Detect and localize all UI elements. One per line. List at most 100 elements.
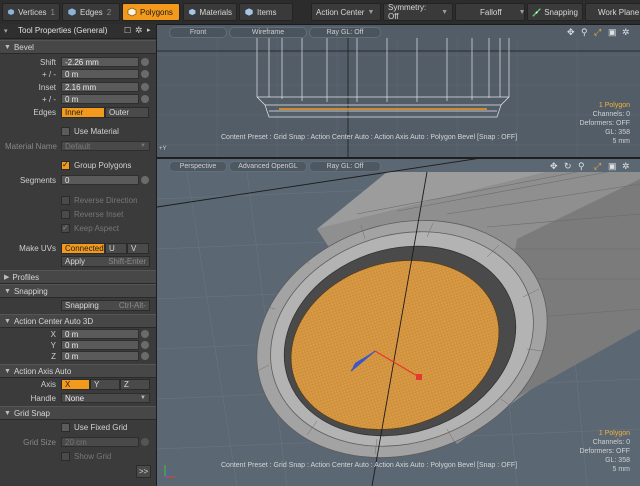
use-material-checkbox[interactable] [61,127,70,136]
keep-aspect-checkbox[interactable]: ✓ [61,223,70,233]
perspective-3d-canvas[interactable] [157,159,640,486]
front-grid-scale: 5 mm [612,138,631,145]
inset-variance-field[interactable]: 0 m [61,94,139,104]
section-bevel[interactable]: ▼ Bevel [0,40,156,54]
inset-field[interactable]: 2.16 mm [61,82,139,92]
viewport-front[interactable]: +Y Front Wireframe Ray GL: Off ✥ ⚲ ⤢ ▣ ✲… [157,25,640,157]
handle-dropdown[interactable]: None ▼ [61,393,150,403]
section-action-center[interactable]: ▼ Action Center Auto 3D [0,314,156,328]
gear-icon[interactable]: ✲ [135,25,143,36]
snap-magnet-icon [532,7,541,17]
fit-view-icon[interactable]: ⤢ [594,161,601,172]
perspective-status-line: Content Preset : Grid Snap : Action Cent… [221,462,518,469]
segments-field[interactable]: 0 [61,175,139,185]
falloff-dropdown[interactable]: Falloff ▼ [455,3,526,21]
shift-lock-icon[interactable] [141,58,149,66]
section-snapping[interactable]: ▼ Snapping [0,284,156,298]
tab-polygons[interactable]: Polygons [122,3,180,21]
grid-size-lock-icon[interactable] [141,438,149,446]
ac-x-lock-icon[interactable] [141,330,149,338]
rotate-view-icon[interactable]: ↻ [564,161,572,172]
material-name-label: Material Name [4,142,57,151]
section-grid-snap[interactable]: ▼ Grid Snap [0,406,156,420]
zoom-view-icon[interactable]: ⚲ [578,161,585,172]
viewport-gear-icon[interactable]: ✲ [622,27,630,38]
tab-vertices[interactable]: Vertices 1 [2,3,60,21]
ray-gl-toggle-top[interactable]: Ray GL: Off [309,27,381,38]
make-uvs-connected-toggle[interactable]: Connected [61,243,105,254]
section-profiles[interactable]: ▶ Profiles [0,270,156,284]
reverse-inset-checkbox[interactable] [61,210,70,219]
group-polygons-checkbox[interactable]: ✓ [61,160,70,170]
use-fixed-grid-checkbox[interactable] [61,423,70,432]
reverse-direction-checkbox[interactable] [61,196,70,205]
edges-inner-toggle[interactable]: Inner [61,107,105,118]
shift-variance-lock-icon[interactable] [141,70,149,78]
material-name-field[interactable]: Default ▼ [61,141,150,151]
shift-variance-label: + / - [41,70,56,79]
maximize-view-icon[interactable]: ▣ [608,27,617,38]
shift-variance-field[interactable]: 0 m [61,69,139,79]
keep-aspect-label: Keep Aspect [74,224,119,233]
make-uvs-u-toggle[interactable]: U [105,243,127,254]
show-grid-checkbox[interactable] [61,452,70,461]
section-action-axis[interactable]: ▼ Action Axis Auto [0,364,156,378]
ac-y-lock-icon[interactable] [141,341,149,349]
viewport-gear-icon[interactable]: ✲ [622,161,630,172]
front-view-tab[interactable]: Front [169,27,227,38]
falloff-label: Falloff [480,7,502,17]
grid-size-field[interactable]: 20 cm [61,437,139,447]
ray-gl-toggle-bottom[interactable]: Ray GL: Off [309,161,381,172]
edges-outer-toggle[interactable]: Outer [105,107,149,118]
more-options-button[interactable]: >> [136,465,151,478]
use-fixed-grid-label: Use Fixed Grid [74,423,128,432]
ac-z-field[interactable]: 0 m [61,351,139,361]
axis-y-toggle[interactable]: Y [90,379,120,390]
axis-z-toggle[interactable]: Z [120,379,150,390]
handle-label: Handle [30,394,56,403]
perspective-channels: Channels: 0 [592,439,630,446]
apply-button[interactable]: Apply Shift-Enter [61,256,150,267]
panel-menu-arrow-icon[interactable]: ▸ [147,26,151,34]
chevron-down-icon: ▼ [140,143,146,149]
symmetry-dropdown[interactable]: Symmetry: Off ▼ [383,3,453,21]
viewport-perspective[interactable]: Perspective Advanced OpenGL Ray GL: Off … [157,159,640,486]
ac-x-field[interactable]: 0 m [61,329,139,339]
perspective-view-tab[interactable]: Perspective [169,161,227,172]
pin-icon[interactable]: ☐ [124,26,131,35]
apply-shortcut: Shift-Enter [108,257,146,266]
show-grid-label: Show Grid [74,452,112,461]
make-uvs-v-toggle[interactable]: V [127,243,149,254]
axis-gizmo [164,465,175,478]
perspective-deformers: Deformers: OFF [579,448,630,455]
work-plane-button[interactable]: Work Plane [585,3,640,21]
group-polygons-label: Group Polygons [74,161,132,170]
inset-variance-lock-icon[interactable] [141,95,149,103]
ac-y-field[interactable]: 0 m [61,340,139,350]
action-center-label: Action Center [316,7,365,17]
tab-materials[interactable]: Materials [183,3,237,21]
inset-lock-icon[interactable] [141,83,149,91]
ac-z-lock-icon[interactable] [141,352,149,360]
wireframe-shading-tab[interactable]: Wireframe [229,27,307,38]
make-uvs-u-label: U [109,244,115,253]
inset-variance-label: + / - [41,95,56,104]
move-view-icon[interactable]: ✥ [567,27,575,38]
move-view-icon[interactable]: ✥ [550,161,558,172]
tab-edges[interactable]: Edges 2 [62,3,120,21]
zoom-view-icon[interactable]: ⚲ [581,27,588,38]
inset-variance-value: 0 m [65,94,79,104]
tab-items[interactable]: Items [239,3,293,21]
action-center-dropdown[interactable]: Action Center ▼ [311,3,381,21]
fit-view-icon[interactable]: ⤢ [594,27,601,38]
snapping-button[interactable]: Snapping [527,3,583,21]
front-deformers: Deformers: OFF [579,120,630,127]
advanced-opengl-tab[interactable]: Advanced OpenGL [229,161,307,172]
section-bevel-label: Bevel [13,42,34,52]
maximize-view-icon[interactable]: ▣ [608,161,617,172]
snapping-toggle-button[interactable]: Snapping Ctrl-Alt- [61,300,150,311]
segments-lock-icon[interactable] [141,176,149,184]
axis-x-toggle[interactable]: X [61,379,90,390]
collapse-arrow-icon[interactable]: ▾ [4,27,8,35]
shift-field[interactable]: -2.26 mm [61,57,139,67]
